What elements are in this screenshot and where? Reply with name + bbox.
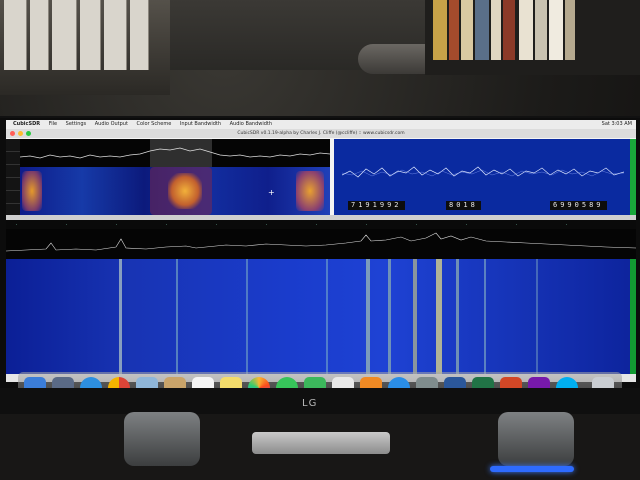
gain-controls-strip[interactable] [6, 139, 20, 217]
main-spectrum-trace [6, 232, 636, 252]
menu-audio-bandwidth[interactable]: Audio Bandwidth [230, 121, 272, 127]
close-window-button[interactable] [10, 131, 15, 136]
menu-app-name[interactable]: CubicSDR [13, 121, 40, 127]
left-binder-shelf [0, 0, 170, 95]
monitor-logo: LG [302, 398, 318, 409]
demod-spectrum-panel[interactable]: + [6, 139, 330, 217]
menu-clock: Sat 3:03 AM [601, 121, 632, 127]
frequency-readout[interactable]: 7191992 [348, 201, 405, 210]
bandwidth-readout[interactable]: 8018 [446, 201, 481, 210]
main-waterfall[interactable] [6, 259, 636, 374]
zoom-window-button[interactable] [26, 131, 31, 136]
cursor-crosshair: + [268, 188, 275, 197]
monitor-chin [0, 388, 640, 414]
right-book-shelf [425, 0, 640, 75]
speaker-blue-light [490, 466, 574, 472]
window-title: CubicSDR v0.1.19-alpha by Charles J. Cli… [237, 131, 405, 136]
usb-hub [252, 432, 390, 454]
demod-spectrum[interactable] [20, 139, 330, 167]
main-spectrum[interactable] [6, 229, 636, 259]
menu-settings[interactable]: Settings [66, 121, 87, 127]
scope-panel[interactable]: 7191992 8018 6990589 [334, 139, 636, 215]
menu-input-bandwidth[interactable]: Input Bandwidth [180, 121, 221, 127]
frequency-scale: · · · · · · · · · · · · [6, 220, 636, 229]
right-speaker [498, 412, 574, 466]
audio-scope-trace [342, 166, 624, 178]
menu-color-scheme[interactable]: Color Scheme [137, 121, 172, 127]
menu-audio-output[interactable]: Audio Output [95, 121, 128, 127]
left-speaker [124, 412, 200, 466]
signal-level-meter[interactable] [630, 139, 636, 215]
waterfall-level-meter[interactable] [630, 259, 636, 374]
center-frequency-readout[interactable]: 6990589 [550, 201, 607, 210]
demod-spectrum-trace [20, 139, 330, 167]
menu-file[interactable]: File [49, 121, 57, 127]
minimize-window-button[interactable] [18, 131, 23, 136]
window-title-bar: CubicSDR v0.1.19-alpha by Charles J. Cli… [6, 129, 636, 138]
photo-scene: CubicSDR File Settings Audio Output Colo… [0, 0, 640, 480]
monitor-screen: CubicSDR File Settings Audio Output Colo… [6, 120, 636, 382]
demod-waterfall[interactable]: + [20, 167, 330, 215]
